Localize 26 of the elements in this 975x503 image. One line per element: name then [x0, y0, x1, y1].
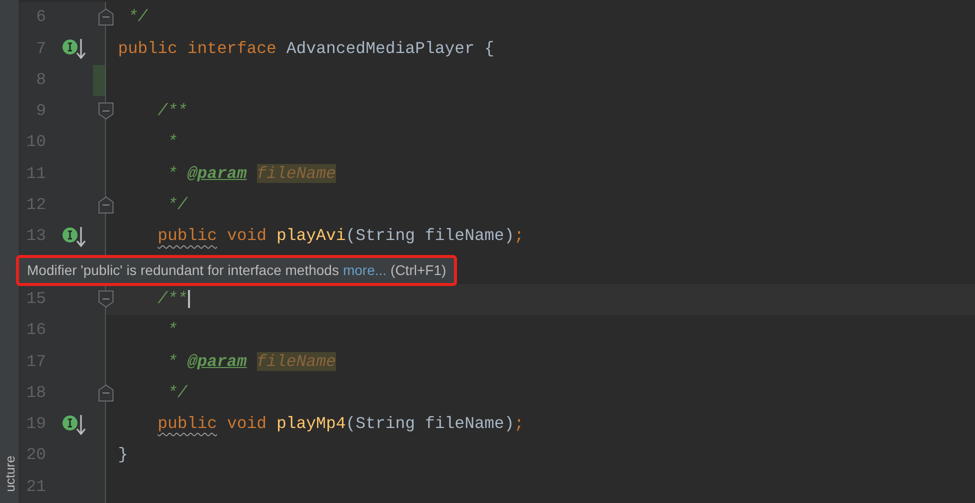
code-line: public interface AdvancedMediaPlayer { — [118, 38, 494, 60]
code-line: public void playMp4(String fileName); — [156, 413, 524, 436]
tooltip-message: Modifier 'public' is redundant for interface methods — [27, 261, 339, 280]
shortcut-hint: (Ctrl+F1) — [390, 261, 446, 280]
code-line: } — [118, 444, 128, 466]
code-line: /** — [156, 288, 188, 310]
fold-end-icon[interactable] — [98, 384, 114, 402]
implemented-marker-icon[interactable] — [62, 226, 86, 248]
code-line: */ — [166, 382, 188, 404]
fold-start-icon[interactable] — [98, 290, 114, 308]
fold-end-icon[interactable] — [98, 8, 114, 26]
code-line: /** — [156, 100, 188, 122]
fold-start-icon[interactable] — [98, 102, 114, 120]
fold-end-icon[interactable] — [98, 196, 114, 214]
code-line: * @param fileName — [166, 350, 336, 373]
more-link[interactable]: more... — [342, 260, 387, 281]
code-line: */ — [166, 194, 188, 216]
code-line: * @param fileName — [166, 162, 336, 185]
code-line: */ — [126, 6, 148, 28]
implemented-marker-icon[interactable] — [62, 38, 86, 60]
text-caret — [188, 290, 190, 308]
implemented-marker-icon[interactable] — [62, 414, 86, 436]
code-line: * — [166, 319, 178, 342]
side-tab[interactable]: ucture — [0, 456, 20, 492]
code-line: public void playAvi(String fileName); — [156, 225, 524, 248]
code-line: * — [166, 131, 178, 154]
